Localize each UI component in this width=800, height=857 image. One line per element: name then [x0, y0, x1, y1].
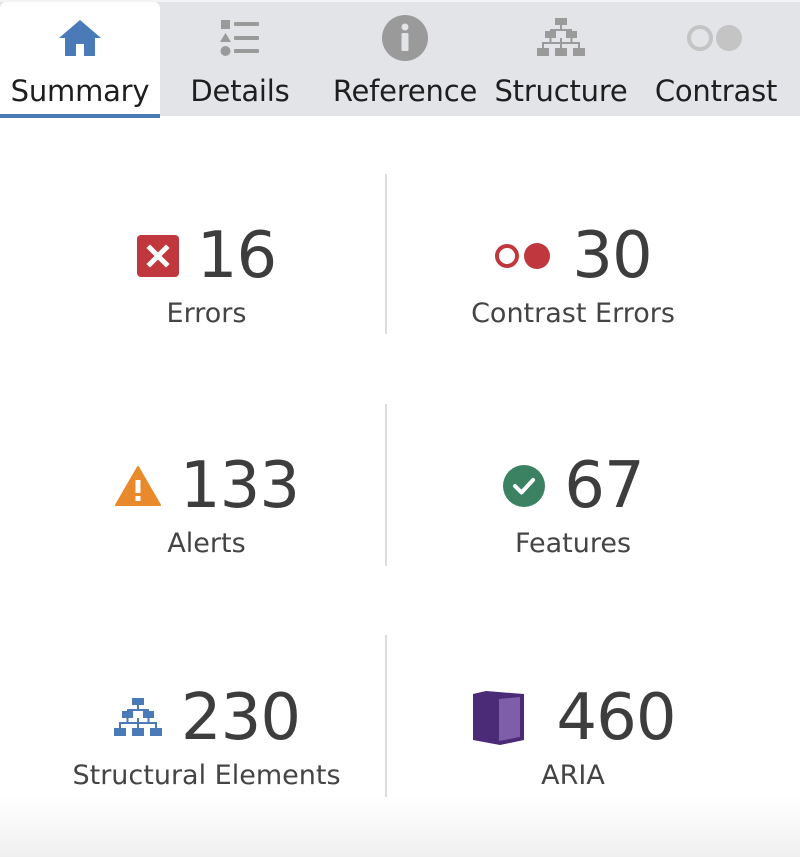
stat-contrast-errors[interactable]: 30 Contrast Errors [387, 216, 759, 329]
contrast-error-icon [494, 241, 554, 271]
features-label: Features [514, 528, 632, 559]
stat-alerts[interactable]: 133 Alerts [14, 446, 399, 559]
features-count: 67 [564, 449, 644, 523]
summary-grid: 16 Errors 30 Contrast Errors 133 Alerts … [0, 116, 800, 857]
info-icon [381, 15, 429, 61]
check-circle-icon [502, 464, 546, 508]
home-icon [57, 16, 103, 60]
stat-features[interactable]: 67 Features [387, 446, 759, 559]
tab-details-label: Details [190, 74, 290, 108]
tab-details[interactable]: Details [160, 2, 320, 116]
alert-triangle-icon [114, 465, 162, 507]
structural-elements-label: Structural Elements [72, 760, 341, 791]
errors-label: Errors [166, 298, 247, 329]
tab-summary-label: Summary [10, 74, 150, 108]
wave-summary-panel: Summary Details Reference Structure Cont… [0, 0, 800, 857]
tab-reference-label: Reference [332, 74, 478, 108]
list-icon [217, 16, 263, 60]
contrast-errors-label: Contrast Errors [471, 298, 675, 329]
structural-elements-count: 230 [180, 681, 301, 755]
hierarchy-icon [113, 696, 163, 740]
aria-cube-icon [470, 690, 526, 746]
stat-structural-elements[interactable]: 230 Structural Elements [14, 678, 399, 791]
tab-reference[interactable]: Reference [320, 2, 490, 116]
alerts-label: Alerts [167, 528, 246, 559]
aria-label: ARIA [541, 760, 605, 791]
tab-structure[interactable]: Structure [490, 2, 632, 116]
tab-structure-label: Structure [494, 74, 628, 108]
stat-errors[interactable]: 16 Errors [14, 216, 399, 329]
tab-summary[interactable]: Summary [0, 2, 160, 118]
tab-contrast[interactable]: Contrast [632, 2, 800, 116]
hierarchy-icon [536, 16, 586, 60]
errors-count: 16 [196, 219, 277, 293]
contrast-icon [686, 16, 746, 60]
error-x-icon [136, 235, 179, 277]
alerts-count: 133 [179, 449, 300, 523]
stat-aria[interactable]: 460 ARIA [387, 678, 759, 791]
tab-bar: Summary Details Reference Structure Cont… [0, 0, 800, 118]
tab-contrast-label: Contrast [654, 74, 778, 108]
contrast-errors-count: 30 [572, 219, 652, 293]
aria-count: 460 [556, 681, 676, 755]
